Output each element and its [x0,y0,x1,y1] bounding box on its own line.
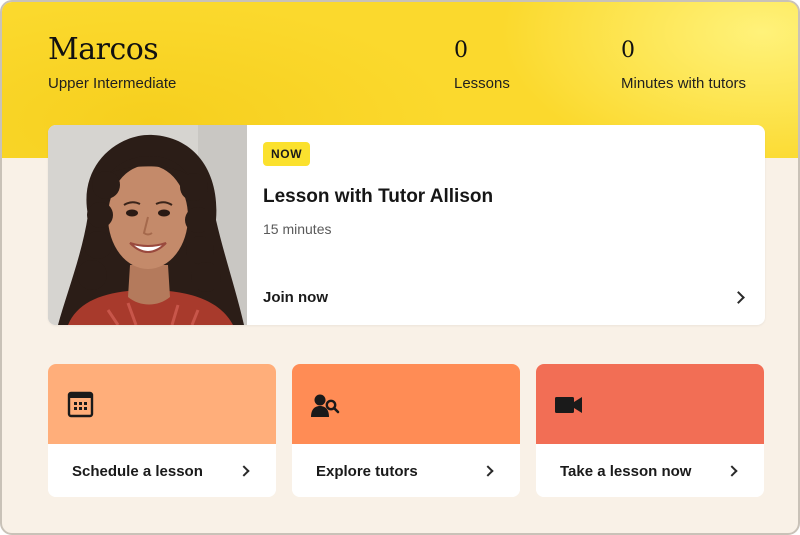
schedule-lesson-label: Schedule a lesson [72,463,203,480]
join-now-label: Join now [263,289,328,306]
chevron-right-icon [726,465,738,477]
tutor-portrait-illustration [48,125,247,325]
take-lesson-now-label: Take a lesson now [560,463,692,480]
calendar-icon [67,391,94,418]
user-name: Marcos [48,32,159,67]
stat-minutes-label: Minutes with tutors [621,75,747,92]
lesson-title: Lesson with Tutor Allison [263,186,494,207]
lesson-details: NOW Lesson with Tutor Allison 15 minutes… [247,125,765,325]
video-camera-icon [555,397,582,413]
upcoming-lesson-card[interactable]: NOW Lesson with Tutor Allison 15 minutes… [48,125,765,325]
tutor-photo [48,125,247,325]
take-lesson-now-card-footer: Take a lesson now [536,444,764,497]
schedule-lesson-card-header [48,364,276,444]
stat-lessons: 0 Lessons [454,38,510,92]
explore-tutors-label: Explore tutors [316,463,418,480]
stat-lessons-label: Lessons [454,75,510,92]
now-badge: NOW [263,142,311,166]
explore-tutors-card[interactable]: Explore tutors [292,364,520,497]
explore-tutors-card-header [292,364,520,444]
schedule-lesson-card-footer: Schedule a lesson [48,444,276,497]
schedule-lesson-card[interactable]: Schedule a lesson [48,364,276,497]
chevron-right-icon [482,465,494,477]
dashboard-frame: Marcos Upper Intermediate 0 Lessons 0 Mi… [0,0,800,535]
chevron-right-icon [238,465,250,477]
user-level: Upper Intermediate [48,75,177,92]
take-lesson-now-card[interactable]: Take a lesson now [536,364,764,497]
stat-lessons-value: 0 [454,38,468,63]
chevron-right-icon [732,291,745,304]
person-search-icon [311,394,340,417]
stat-minutes: 0 Minutes with tutors [621,38,746,92]
join-now-button[interactable]: Join now [247,275,765,323]
stat-minutes-value: 0 [621,38,635,63]
explore-tutors-card-footer: Explore tutors [292,444,520,497]
take-lesson-now-card-header [536,364,764,444]
lesson-duration: 15 minutes [263,221,332,237]
